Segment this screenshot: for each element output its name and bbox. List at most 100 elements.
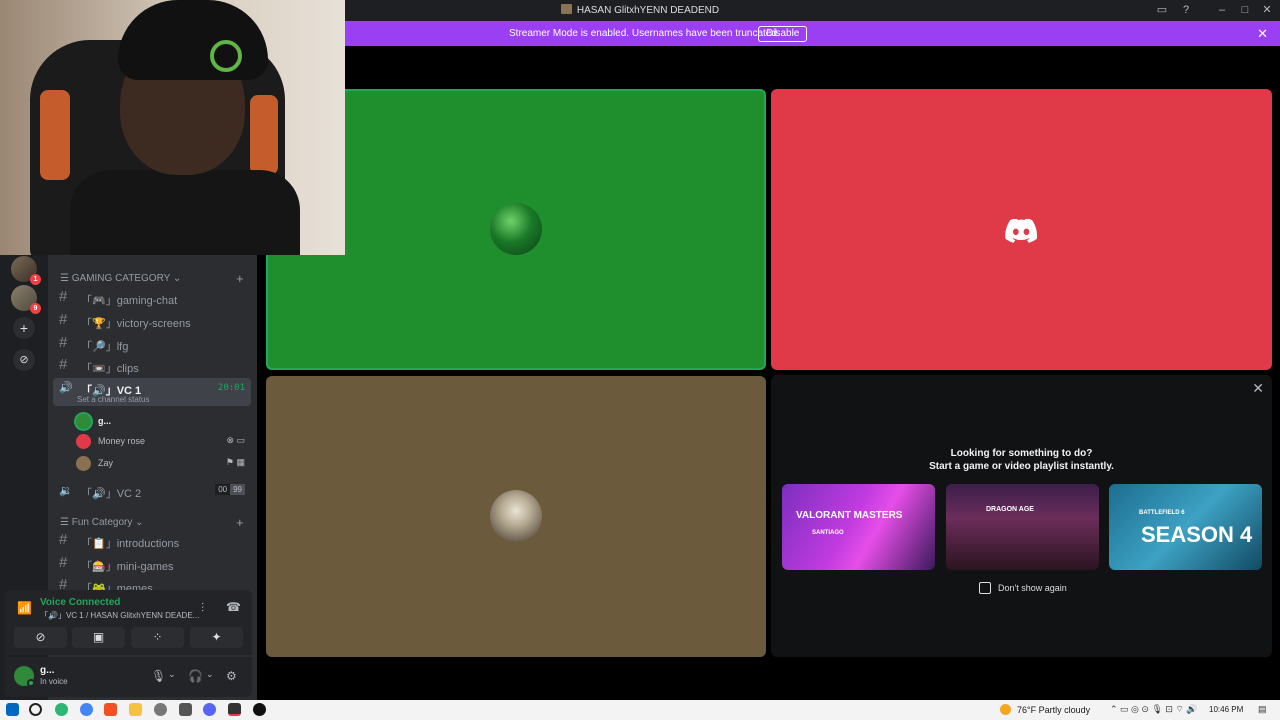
voice-member[interactable]: g... (76, 412, 251, 432)
activity-card-dragon-age[interactable]: DRAGON AGE (946, 484, 1099, 570)
file-explorer-icon[interactable] (129, 703, 142, 716)
voice-channel-path[interactable]: 「🔊」VC 1 / HASAN GlitxhYENN DEADE... (40, 610, 199, 621)
voice-channel-vc2[interactable]: 🔉 「🔊」VC 2 00 99 (53, 481, 251, 501)
user-name[interactable]: g... (40, 665, 54, 676)
channel-victory-screens[interactable]: # 「🏆」victory-screens (53, 311, 251, 331)
tray-icons[interactable]: ⌃ ▭ ◎ ⊙ 🎙 ⊡ ⌔ 🔊 (1110, 704, 1198, 715)
online-status-dot (27, 679, 35, 687)
current-count: 00 (215, 484, 231, 495)
server-icon[interactable]: 1 (11, 256, 41, 285)
voice-status[interactable]: Voice Connected (40, 597, 120, 608)
channel-label: 「🎮」gaming-chat (81, 295, 178, 307)
windows-taskbar: 76°F Partly cloudy ⌃ ▭ ◎ ⊙ 🎙 ⊡ ⌔ 🔊 10:46… (0, 700, 1280, 720)
maximize-button[interactable]: □ (1237, 3, 1253, 19)
gear-icon[interactable]: ⚙ (226, 669, 237, 683)
weather-icon (1000, 704, 1011, 715)
microphone-icon[interactable]: 🎙 (151, 669, 166, 683)
category-gaming[interactable]: ☰ GAMING CATEGORY ⌄ + (60, 271, 244, 286)
call-timer: 20:01 (217, 383, 245, 393)
category-fun[interactable]: ☰ Fun Category ⌄ + (60, 515, 244, 530)
screen-share-button[interactable]: ▣ (72, 627, 125, 648)
user-avatar (490, 203, 542, 255)
user-limit-badge: 00 99 (215, 484, 245, 495)
search-icon[interactable] (29, 703, 42, 716)
card-tag: SANTIAGO (812, 530, 844, 536)
voice-member[interactable]: Zay ⚑ ▦ (76, 454, 251, 474)
chevron-down-icon[interactable]: ⌄ (168, 669, 176, 680)
activity-card-battlefield[interactable]: BATTLEFIELD 6 SEASON 4 (1109, 484, 1262, 570)
server-icon[interactable]: 9 (11, 285, 41, 314)
headphones-icon[interactable]: 🎧 (188, 669, 203, 683)
channel-clips[interactable]: # 「📼」clips (53, 356, 251, 376)
add-server-icon[interactable]: + (13, 317, 35, 339)
video-tile-user-3[interactable] (266, 376, 766, 657)
start-icon[interactable] (6, 703, 19, 716)
card-title: DRAGON AGE (986, 506, 1034, 513)
discover-icon[interactable]: ⊘ (13, 349, 35, 371)
activities-button[interactable]: ⁘ (131, 627, 184, 648)
hash-icon: # (59, 356, 68, 373)
dont-show-again-label: Don't show again (998, 583, 1067, 593)
app-icon[interactable] (253, 703, 266, 716)
avatar (76, 414, 91, 429)
mention-badge: 9 (30, 303, 41, 314)
channel-introductions[interactable]: # 「📋」introductions (53, 531, 251, 551)
hash-icon: # (59, 311, 68, 328)
voice-channel-vc1[interactable]: 🔊 「🔊」VC 1 20:01 Set a channel status (53, 378, 251, 406)
discord-window: HASAN GlitxhYENN DEADEND ▭ ? – □ ✕ Strea… (0, 0, 1280, 720)
channel-label: 「📼」clips (81, 363, 139, 375)
hash-icon: # (59, 288, 68, 305)
noise-suppression-icon[interactable]: ⫶ (201, 601, 204, 616)
playstation-icon: ⚑ ▦ (225, 457, 245, 467)
channel-label: 「🎰」mini-games (81, 561, 174, 573)
set-channel-status[interactable]: Set a channel status (77, 395, 150, 404)
shelf-heading: Looking for something to do? (950, 448, 1093, 459)
disconnect-icon[interactable]: ☎ (226, 600, 241, 614)
browser-icon[interactable] (80, 703, 93, 716)
member-name: Zay (98, 458, 114, 468)
limit-count: 99 (230, 484, 245, 495)
weather-text: 76°F Partly cloudy (1017, 705, 1091, 715)
close-notice-icon[interactable]: ✕ (1257, 26, 1268, 42)
notification-icon[interactable]: ▤ (1258, 704, 1267, 715)
card-tag: BATTLEFIELD 6 (1139, 510, 1185, 516)
activity-card-valorant[interactable]: VALORANT MASTERS SANTIAGO (782, 484, 935, 570)
webcam-overlay (0, 0, 345, 255)
avatar (76, 456, 91, 471)
minimize-button[interactable]: – (1214, 3, 1230, 19)
add-channel-icon[interactable]: + (236, 271, 244, 286)
channel-lfg[interactable]: # 「🔎」lfg (53, 334, 251, 354)
channel-mini-games[interactable]: # 「🎰」mini-games (53, 554, 251, 574)
settings-icon[interactable] (154, 703, 167, 716)
clock[interactable]: 10:46 PM (1209, 705, 1243, 714)
user-avatar (490, 490, 542, 542)
inbox-icon[interactable]: ▭ (1154, 3, 1170, 19)
server-icon (560, 4, 572, 14)
window-title-text: HASAN GlitxhYENN DEADEND (576, 5, 720, 16)
app-icon[interactable] (179, 703, 192, 716)
add-channel-icon[interactable]: + (236, 515, 244, 530)
notice-text: Streamer Mode is enabled. Usernames have… (509, 28, 780, 39)
voice-member[interactable]: Money rose ⊗ ▭ (76, 432, 251, 452)
category-label: Fun Category (71, 517, 133, 528)
app-icon[interactable] (104, 703, 117, 716)
disable-streamer-mode-button[interactable]: Disable (758, 26, 808, 42)
signal-icon[interactable]: 📶 (17, 601, 32, 615)
category-label: GAMING CATEGORY (71, 273, 171, 284)
close-window-button[interactable]: ✕ (1259, 3, 1275, 19)
camera-toggle-button[interactable]: ⊘ (14, 627, 67, 648)
obs-icon[interactable] (228, 703, 241, 716)
weather-widget[interactable]: 76°F Partly cloudy (1000, 704, 1090, 715)
chevron-down-icon[interactable]: ⌄ (206, 669, 214, 680)
channel-gaming-chat[interactable]: # 「🎮」gaming-chat (53, 288, 251, 308)
webcam-chair-accent (250, 95, 278, 175)
edge-icon[interactable] (55, 703, 68, 716)
webcam-chair-accent (40, 90, 70, 180)
close-shelf-icon[interactable]: ✕ (1252, 380, 1264, 397)
streamer-mode-notice: Streamer Mode is enabled. Usernames have… (345, 21, 1280, 46)
soundboard-button[interactable]: ✦ (190, 627, 243, 648)
channel-label: 「🔎」lfg (81, 341, 129, 353)
discord-taskbar-icon[interactable] (203, 703, 216, 716)
help-icon[interactable]: ? (1178, 3, 1194, 19)
dont-show-again-checkbox[interactable] (979, 582, 991, 594)
